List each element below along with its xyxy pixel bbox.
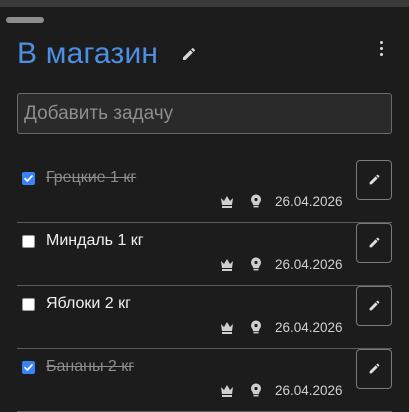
more-vertical-icon[interactable] <box>372 38 392 58</box>
lightbulb-icon <box>248 193 264 209</box>
task-meta: 26.04.2026 <box>217 255 347 275</box>
task-meta: 26.04.2026 <box>217 381 347 401</box>
lightbulb-icon <box>248 382 264 398</box>
crown-icon <box>219 193 235 209</box>
list-title[interactable]: В магазин <box>17 36 158 72</box>
task-checkbox[interactable] <box>22 235 35 248</box>
edit-title-pencil-icon[interactable] <box>181 46 197 62</box>
task-checkbox[interactable] <box>22 172 35 185</box>
edit-task-button[interactable] <box>356 349 392 389</box>
task-date: 26.04.2026 <box>275 194 343 209</box>
task-label[interactable]: Грецкие 1 кг <box>46 168 136 188</box>
task-item: Бананы 2 кг 26.04.2026 <box>17 349 392 412</box>
task-item: Яблоки 2 кг 26.04.2026 <box>17 286 392 349</box>
task-date: 26.04.2026 <box>275 320 343 335</box>
crown-icon <box>219 256 235 272</box>
crown-icon <box>219 382 235 398</box>
add-task-input[interactable] <box>17 93 392 134</box>
task-checkbox[interactable] <box>22 361 35 374</box>
task-date: 26.04.2026 <box>275 383 343 398</box>
task-checkbox[interactable] <box>22 298 35 311</box>
task-meta: 26.04.2026 <box>217 192 347 212</box>
task-label[interactable]: Миндаль 1 кг <box>46 231 144 251</box>
task-label[interactable]: Яблоки 2 кг <box>46 294 131 314</box>
task-meta: 26.04.2026 <box>217 318 347 338</box>
edit-task-button[interactable] <box>356 286 392 326</box>
drag-handle[interactable] <box>6 17 44 23</box>
task-label[interactable]: Бананы 2 кг <box>46 357 134 377</box>
window-top-bar <box>0 0 409 7</box>
task-date: 26.04.2026 <box>275 257 343 272</box>
task-item: Грецкие 1 кг 26.04.2026 <box>17 160 392 223</box>
edit-task-button[interactable] <box>356 223 392 263</box>
crown-icon <box>219 319 235 335</box>
task-item: Миндаль 1 кг 26.04.2026 <box>17 223 392 286</box>
edit-task-button[interactable] <box>356 160 392 200</box>
lightbulb-icon <box>248 256 264 272</box>
lightbulb-icon <box>248 319 264 335</box>
